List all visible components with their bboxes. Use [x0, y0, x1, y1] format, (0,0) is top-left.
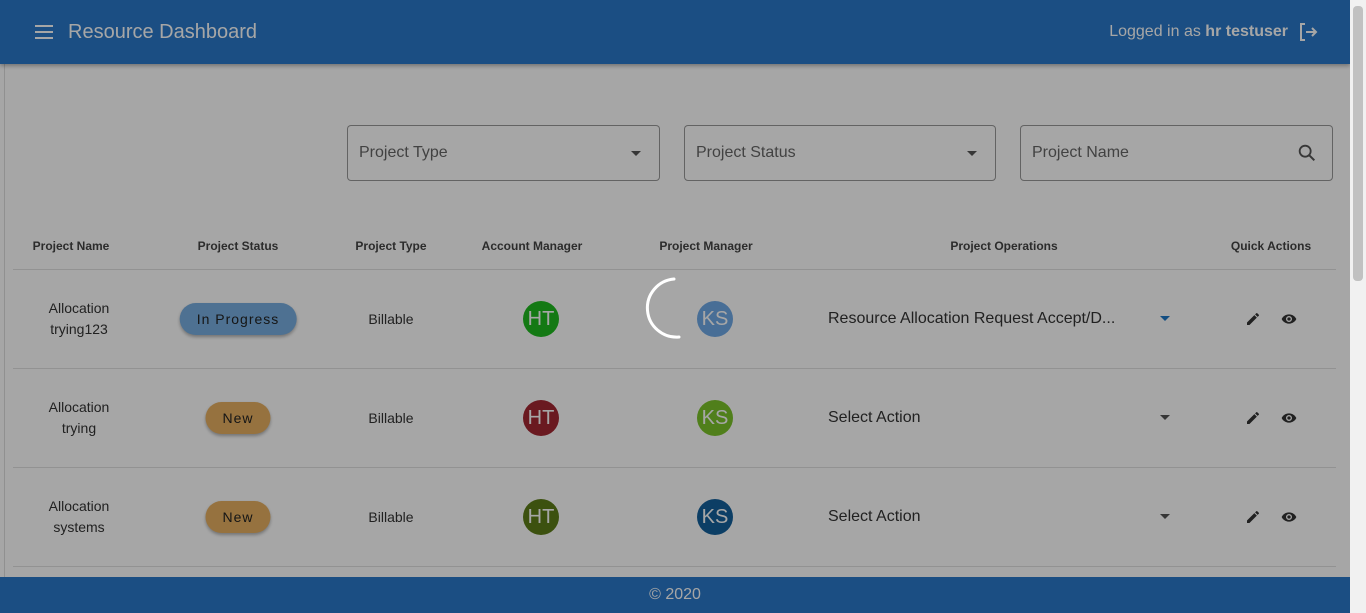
project-manager-avatar: KS [697, 400, 733, 436]
account-manager-avatar: HT [523, 499, 559, 535]
view-icon[interactable] [1281, 410, 1297, 426]
login-status: Logged in as hr testuser [1109, 23, 1288, 41]
table-row: Allocation trying New Billable HT KS Sel… [13, 368, 1336, 467]
header-project-manager: Project Manager [659, 239, 753, 253]
project-type-cell: Billable [368, 410, 414, 426]
status-badge: New [205, 501, 271, 533]
menu-icon[interactable] [32, 20, 56, 44]
view-icon[interactable] [1281, 509, 1297, 525]
project-name-line: trying123 [50, 321, 108, 337]
project-operations-select[interactable]: Select Action [828, 508, 1173, 526]
project-manager-avatar: KS [697, 499, 733, 535]
search-icon[interactable] [1296, 142, 1318, 164]
project-type-select[interactable]: Project Type [347, 125, 660, 181]
project-name-cell: Allocation trying [24, 397, 134, 439]
edit-icon[interactable] [1245, 410, 1261, 426]
header-project-type: Project Type [355, 239, 427, 253]
project-operations-select[interactable]: Select Action [828, 409, 1173, 427]
project-name-line: trying [61, 420, 97, 436]
project-operations-value: Select Action [828, 507, 921, 525]
project-operations-select[interactable]: Resource Allocation Request Accept/D... [828, 310, 1173, 328]
header-project-name: Project Name [32, 239, 110, 253]
project-operations-value: Resource Allocation Request Accept/D... [828, 309, 1116, 327]
project-name-search[interactable]: Project Name [1020, 125, 1333, 181]
chevron-down-icon[interactable] [1160, 415, 1170, 420]
logout-icon[interactable] [1296, 20, 1320, 44]
app-title: Resource Dashboard [68, 20, 257, 43]
project-name-cell: Allocation trying123 [24, 298, 134, 340]
scrollbar-thumb[interactable] [1353, 6, 1363, 281]
copyright-text: © 2020 [649, 586, 701, 603]
page-scrollbar[interactable] [1350, 0, 1366, 613]
table-row: Allocation systems New Billable HT KS Se… [13, 467, 1336, 566]
chevron-down-icon[interactable] [1160, 316, 1170, 321]
project-type-cell: Billable [368, 509, 414, 525]
chevron-down-icon[interactable] [1160, 514, 1170, 519]
header-account-manager: Account Manager [481, 239, 583, 253]
account-manager-avatar: HT [523, 400, 559, 436]
chevron-down-icon [967, 151, 977, 156]
status-badge: In Progress [179, 303, 297, 335]
project-type-cell: Billable [368, 311, 414, 327]
project-name-cell: Allocation systems [24, 496, 134, 538]
project-type-label: Project Type [359, 144, 448, 161]
project-status-select[interactable]: Project Status [684, 125, 996, 181]
view-icon[interactable] [1281, 311, 1297, 327]
project-operations-value: Select Action [828, 408, 921, 426]
project-name-label: Project Name [1032, 144, 1129, 161]
header-project-status: Project Status [197, 239, 279, 253]
loading-spinner-icon [645, 277, 681, 339]
header-quick-actions: Quick Actions [1230, 239, 1312, 253]
chevron-down-icon [631, 151, 641, 156]
project-name-line: Allocation [48, 399, 110, 415]
project-name-line: Allocation [48, 300, 110, 316]
footer: © 2020 [0, 577, 1350, 613]
project-name-line: systems [53, 519, 105, 535]
project-name-line: Allocation [48, 498, 110, 514]
login-prefix: Logged in as [1109, 23, 1201, 40]
edit-icon[interactable] [1245, 509, 1261, 525]
app-bar: Resource Dashboard Logged in as hr testu… [0, 0, 1350, 64]
edit-icon[interactable] [1245, 311, 1261, 327]
status-badge: New [205, 402, 271, 434]
project-status-label: Project Status [696, 144, 796, 161]
account-manager-avatar: HT [523, 301, 559, 337]
header-project-operations: Project Operations [950, 239, 1058, 253]
username: hr testuser [1205, 23, 1288, 40]
